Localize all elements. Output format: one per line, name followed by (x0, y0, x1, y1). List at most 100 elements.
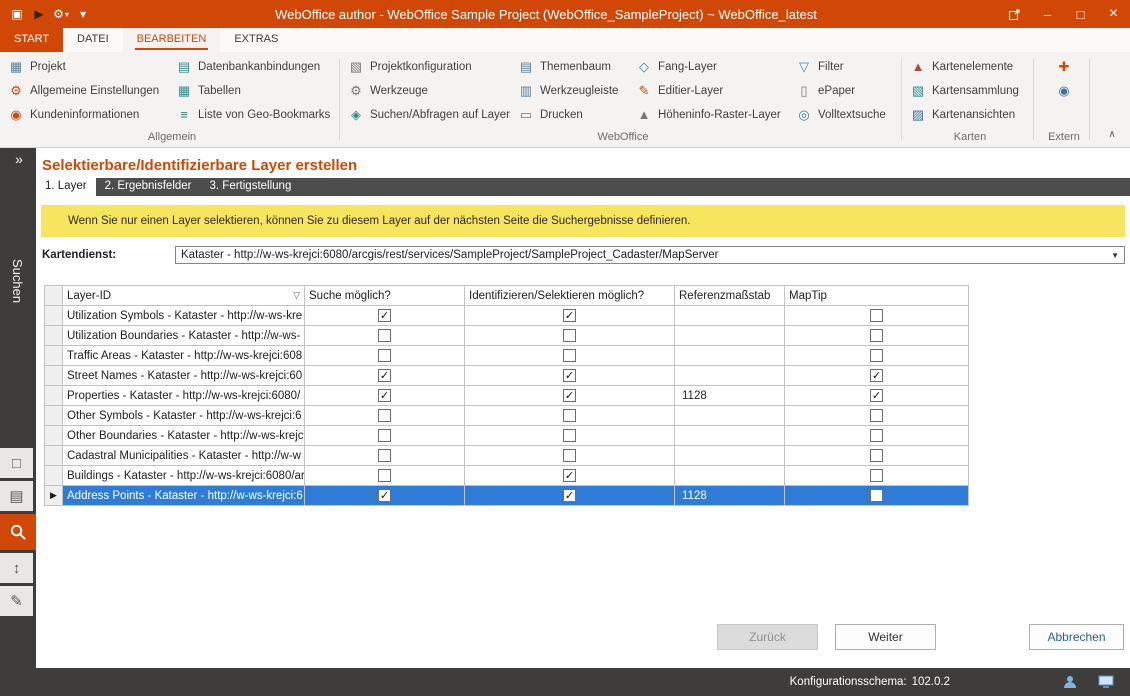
column-header-identifizieren[interactable]: Identifizieren/Selektieren möglich? (465, 286, 675, 306)
ribbon-item-epaper[interactable]: ▯ePaper (794, 79, 894, 103)
identify-checkbox[interactable] (563, 409, 576, 422)
expand-panel-icon[interactable]: » (0, 148, 36, 167)
close-button[interactable]: × (1097, 0, 1130, 28)
referenzmassstab-cell[interactable] (675, 446, 785, 466)
referenzmassstab-cell[interactable] (675, 326, 785, 346)
suche-checkbox[interactable] (378, 349, 391, 362)
tab-bearbeiten[interactable]: BEARBEITEN (123, 28, 221, 52)
identify-checkbox[interactable] (563, 349, 576, 362)
maptip-checkbox[interactable] (870, 409, 883, 422)
table-row[interactable]: Utilization Symbols - Kataster - http://… (45, 306, 969, 326)
suche-checkbox[interactable]: ✓ (378, 369, 391, 382)
popout-icon[interactable] (998, 0, 1031, 28)
qat-customize-icon[interactable]: ▾ (72, 0, 94, 28)
layer-id-cell[interactable]: Cadastral Municipalities - Kataster - ht… (63, 446, 305, 466)
maximize-button[interactable]: □ (1064, 0, 1097, 28)
row-header-cell[interactable] (45, 386, 63, 406)
ribbon-item-datenbankanbindungen[interactable]: ▤Datenbankanbindungen (174, 55, 336, 79)
tools-icon[interactable]: ⚙▾ (50, 0, 72, 28)
referenzmassstab-cell[interactable] (675, 346, 785, 366)
identify-checkbox[interactable] (563, 429, 576, 442)
column-header-referenzmassstab[interactable]: Referenzmaßstab (675, 286, 785, 306)
row-header-cell[interactable] (45, 306, 63, 326)
suche-checkbox[interactable] (378, 409, 391, 422)
maptip-checkbox[interactable] (870, 449, 883, 462)
maptip-checkbox[interactable] (870, 349, 883, 362)
layer-id-cell[interactable]: Other Boundaries - Kataster - http://w-w… (63, 426, 305, 446)
identify-checkbox[interactable]: ✓ (563, 309, 576, 322)
identify-checkbox[interactable]: ✓ (563, 389, 576, 402)
ribbon-item-projektkonfiguration[interactable]: ▧Projektkonfiguration (346, 55, 516, 79)
identify-checkbox[interactable]: ✓ (563, 469, 576, 482)
table-row[interactable]: Other Symbols - Kataster - http://w-ws-k… (45, 406, 969, 426)
maptip-checkbox[interactable] (870, 489, 883, 502)
ribbon-item-kartensammlung[interactable]: ▧Kartensammlung (908, 79, 1025, 103)
identify-checkbox[interactable]: ✓ (563, 369, 576, 382)
row-header-cell[interactable] (45, 446, 63, 466)
step-tab-fertigstellung[interactable]: 3. Fertigstellung (201, 178, 301, 196)
ribbon-item-kundeninformationen[interactable]: ◉Kundeninformationen (6, 103, 174, 127)
table-row[interactable]: Cadastral Municipalities - Kataster - ht… (45, 446, 969, 466)
table-row[interactable]: Traffic Areas - Kataster - http://w-ws-k… (45, 346, 969, 366)
maptip-checkbox[interactable] (870, 429, 883, 442)
table-row[interactable]: Street Names - Kataster - http://w-ws-kr… (45, 366, 969, 386)
ribbon-item-pin[interactable]: ✚ (1040, 55, 1088, 79)
referenzmassstab-cell[interactable]: 1128 (675, 486, 785, 506)
row-header-cell[interactable] (45, 466, 63, 486)
row-header-cell[interactable] (45, 426, 63, 446)
ribbon-item-hoeheninfo[interactable]: ▲Höheninfo-Raster-Layer (634, 103, 794, 127)
table-row[interactable]: ▶Address Points - Kataster - http://w-ws… (45, 486, 969, 506)
suche-checkbox[interactable] (378, 329, 391, 342)
step-tab-layer[interactable]: 1. Layer (36, 178, 96, 196)
ribbon-item-drucken[interactable]: ▭Drucken (516, 103, 634, 127)
search-tool-icon[interactable] (0, 514, 36, 550)
cancel-button[interactable]: Abbrechen (1029, 624, 1124, 650)
ribbon-item-suchen-abfragen[interactable]: ◈Suchen/Abfragen auf Layer (346, 103, 516, 127)
row-header-cell[interactable] (45, 366, 63, 386)
column-header-maptip[interactable]: MapTip (785, 286, 969, 306)
suche-checkbox[interactable] (378, 429, 391, 442)
step-tab-ergebnisfelder[interactable]: 2. Ergebnisfelder (96, 178, 201, 196)
referenzmassstab-cell[interactable] (675, 406, 785, 426)
ribbon-item-werkzeugleiste[interactable]: ▥Werkzeugleiste (516, 79, 634, 103)
minimize-button[interactable]: – (1031, 0, 1064, 28)
tab-start[interactable]: START (0, 28, 63, 52)
layer-id-cell[interactable]: Utilization Symbols - Kataster - http://… (63, 306, 305, 326)
row-header-cell[interactable] (45, 406, 63, 426)
referenzmassstab-cell[interactable] (675, 366, 785, 386)
edit-tool-icon[interactable]: ✎ (0, 586, 33, 616)
maptip-checkbox[interactable] (870, 329, 883, 342)
referenzmassstab-cell[interactable] (675, 466, 785, 486)
ribbon-item-kartenansichten[interactable]: ▨Kartenansichten (908, 103, 1025, 127)
move-tool-icon[interactable]: ↕ (0, 553, 33, 583)
ribbon-item-kartenelemente[interactable]: ▲Kartenelemente (908, 55, 1025, 79)
save-icon[interactable]: ▣ (6, 0, 28, 28)
referenzmassstab-cell[interactable] (675, 306, 785, 326)
layer-id-cell[interactable]: Traffic Areas - Kataster - http://w-ws-k… (63, 346, 305, 366)
ribbon-item-filter[interactable]: ▽Filter (794, 55, 894, 79)
row-header-cell[interactable]: ▶ (45, 486, 63, 506)
layers-tool-icon[interactable]: ▤ (0, 481, 33, 511)
ribbon-item-allgemeine-einstellungen[interactable]: ⚙Allgemeine Einstellungen (6, 79, 174, 103)
maptip-checkbox[interactable] (870, 469, 883, 482)
monitor-icon[interactable] (1098, 674, 1114, 690)
layer-id-cell[interactable]: Address Points - Kataster - http://w-ws-… (63, 486, 305, 506)
user-icon[interactable] (1062, 674, 1078, 690)
identify-checkbox[interactable] (563, 329, 576, 342)
maptip-checkbox[interactable] (870, 309, 883, 322)
layer-id-cell[interactable]: Properties - Kataster - http://w-ws-krej… (63, 386, 305, 406)
tab-datei[interactable]: DATEI (63, 28, 123, 52)
identify-checkbox[interactable] (563, 449, 576, 462)
sort-filter-icon[interactable]: ▽ (293, 290, 300, 301)
ribbon-item-werkzeuge[interactable]: ⚙Werkzeuge (346, 79, 516, 103)
row-header-cell[interactable] (45, 346, 63, 366)
referenzmassstab-cell[interactable]: 1128 (675, 386, 785, 406)
ribbon-item-geo-location[interactable]: ◉ (1040, 79, 1088, 103)
row-header-cell[interactable] (45, 326, 63, 346)
run-icon[interactable]: ▶ (28, 0, 50, 28)
ribbon-item-volltextsuche[interactable]: ◎Volltextsuche (794, 103, 894, 127)
ribbon-item-themenbaum[interactable]: ▤Themenbaum (516, 55, 634, 79)
suche-checkbox[interactable]: ✓ (378, 309, 391, 322)
layer-id-cell[interactable]: Utilization Boundaries - Kataster - http… (63, 326, 305, 346)
kartendienst-select[interactable]: Kataster - http://w-ws-krejci:6080/arcgi… (175, 246, 1125, 264)
